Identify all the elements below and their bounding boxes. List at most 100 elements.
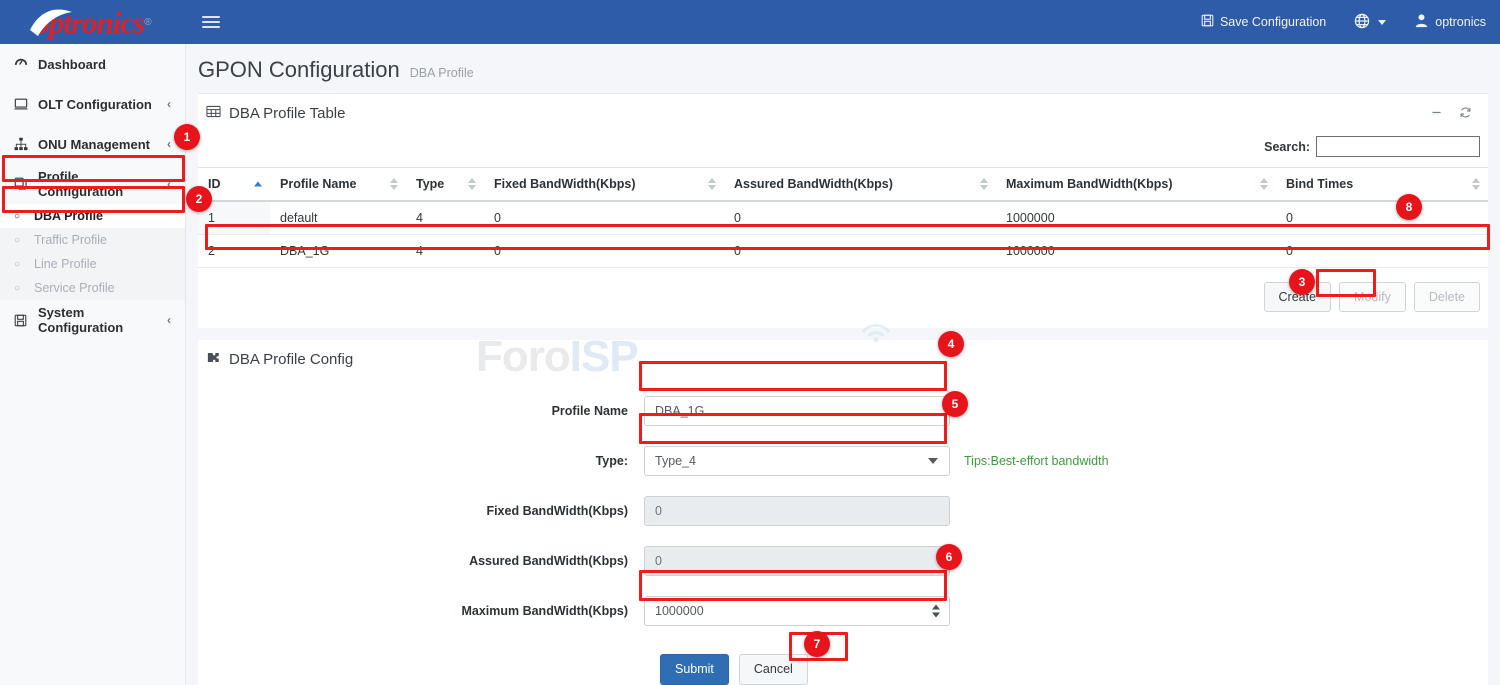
cell-maximum-bandwidth: 1000000 <box>996 235 1276 268</box>
table-panel-title-group: DBA Profile Table <box>206 104 345 123</box>
sidebar-item-dba-profile[interactable]: ○ DBA Profile <box>0 204 185 228</box>
annotation-badge-5: 5 <box>942 391 968 417</box>
column-header-maximum-bandwidth[interactable]: Maximum BandWidth(Kbps) <box>996 168 1276 202</box>
table-row[interactable]: 2 DBA_1G 4 0 0 1000000 0 <box>198 235 1488 268</box>
user-menu[interactable]: optronics <box>1400 0 1500 44</box>
cell-assured-bandwidth: 0 <box>724 235 996 268</box>
save-configuration-button[interactable]: Save Configuration <box>1187 0 1340 44</box>
sidebar-item-dashboard[interactable]: Dashboard <box>0 44 185 84</box>
sidebar-item-traffic-profile-label: Traffic Profile <box>34 233 107 247</box>
table-panel-title: DBA Profile Table <box>229 105 345 122</box>
config-panel-title: DBA Profile Config <box>229 351 353 368</box>
sidebar-item-line-profile[interactable]: ○ Line Profile <box>0 252 185 276</box>
fixed-bandwidth-input <box>644 496 950 526</box>
sort-icon <box>980 178 988 190</box>
profile-name-input[interactable] <box>644 396 950 426</box>
profile-name-label: Profile Name <box>198 404 644 418</box>
column-header-profile-name-label: Profile Name <box>280 177 356 191</box>
sort-icon <box>468 178 476 190</box>
sort-ascending-icon <box>254 182 262 187</box>
cancel-button[interactable]: Cancel <box>739 654 808 684</box>
fixed-bandwidth-row: Fixed BandWidth(Kbps) <box>198 496 1488 526</box>
main-content: GPON Configuration DBA Profile <box>186 44 1500 685</box>
column-header-type[interactable]: Type <box>406 168 484 202</box>
type-select[interactable]: Type_4 <box>644 446 950 476</box>
sort-icon <box>1472 178 1480 190</box>
minus-icon[interactable] <box>1430 106 1443 121</box>
page-header: GPON Configuration DBA Profile <box>186 44 1500 93</box>
column-header-fixed-bandwidth-label: Fixed BandWidth(Kbps) <box>494 177 636 191</box>
profile-name-field-wrap <box>644 396 950 426</box>
search-input[interactable] <box>1316 136 1480 157</box>
sort-icon <box>708 178 716 190</box>
sidebar-item-profile-configuration-label: Profile Configuration <box>34 169 167 199</box>
sidebar-item-system-configuration[interactable]: System Configuration ‹ <box>0 300 185 340</box>
cell-id: 2 <box>198 235 270 268</box>
annotation-badge-1: 1 <box>174 124 200 150</box>
sidebar-item-dashboard-label: Dashboard <box>34 57 171 72</box>
language-selector[interactable] <box>1340 0 1400 44</box>
dba-profile-table: ID Profile Name Type Fixed BandWidt <box>198 167 1488 268</box>
sidebar-item-onu-management[interactable]: ONU Management ‹ <box>0 124 185 164</box>
config-panel-title-group: DBA Profile Config <box>206 350 353 369</box>
topbar-right-group: Save Configuration <box>1187 0 1500 44</box>
circle-icon: ○ <box>14 283 34 294</box>
search-label: Search: <box>1264 140 1310 154</box>
sidebar-item-service-profile-label: Service Profile <box>34 281 115 295</box>
brand-registered-mark: ® <box>144 17 151 28</box>
table-icon <box>206 104 221 123</box>
type-label: Type: <box>198 454 644 468</box>
application-root: optronics ® Save Configuration <box>0 0 1500 685</box>
circle-icon: ○ <box>14 235 34 246</box>
dashboard-icon <box>14 57 34 71</box>
type-tip-text: Tips:Best-effort bandwidth <box>964 454 1109 468</box>
column-header-fixed-bandwidth[interactable]: Fixed BandWidth(Kbps) <box>484 168 724 202</box>
column-header-bind-times[interactable]: Bind Times <box>1276 168 1488 202</box>
sort-icon <box>1260 178 1268 190</box>
hamburger-icon[interactable] <box>202 13 222 31</box>
table-header-row: ID Profile Name Type Fixed BandWidt <box>198 168 1488 202</box>
sidebar-item-olt-configuration[interactable]: OLT Configuration ‹ <box>0 84 185 124</box>
chevron-left-icon: ‹ <box>167 313 171 327</box>
refresh-icon[interactable] <box>1459 106 1472 121</box>
sidebar-item-dba-profile-label: DBA Profile <box>34 209 103 223</box>
column-header-assured-bandwidth[interactable]: Assured BandWidth(Kbps) <box>724 168 996 202</box>
type-row: Type: Type_4 Tips:Best-effort bandwidth <box>198 446 1488 476</box>
modify-button[interactable]: Modify <box>1339 282 1406 312</box>
cell-fixed-bandwidth: 0 <box>484 235 724 268</box>
sidebar: Dashboard OLT Configuration ‹ <box>0 44 186 685</box>
brand-logo[interactable]: optronics ® <box>0 0 186 44</box>
assured-bandwidth-input <box>644 546 950 576</box>
cell-maximum-bandwidth: 1000000 <box>996 201 1276 235</box>
column-header-profile-name[interactable]: Profile Name <box>270 168 406 202</box>
column-header-id-label: ID <box>208 177 221 191</box>
type-field-wrap: Type_4 <box>644 446 950 476</box>
column-header-bind-times-label: Bind Times <box>1286 177 1353 191</box>
chevron-left-icon: ‹ <box>167 97 171 111</box>
maximum-bandwidth-field-wrap <box>644 596 950 626</box>
monitor-icon <box>14 97 34 111</box>
top-navbar: optronics ® Save Configuration <box>0 0 1500 44</box>
annotation-badge-3: 3 <box>1289 269 1315 295</box>
column-header-type-label: Type <box>416 177 444 191</box>
cell-bind-times: 0 <box>1276 201 1488 235</box>
user-icon <box>1414 13 1429 31</box>
sidebar-item-service-profile[interactable]: ○ Service Profile <box>0 276 185 300</box>
maximum-bandwidth-input[interactable] <box>644 596 950 626</box>
cell-assured-bandwidth: 0 <box>724 201 996 235</box>
table-row[interactable]: 1 default 4 0 0 1000000 0 <box>198 201 1488 235</box>
sidebar-item-onu-management-label: ONU Management <box>34 137 167 152</box>
cell-bind-times: 0 <box>1276 235 1488 268</box>
maximum-bandwidth-label: Maximum BandWidth(Kbps) <box>198 604 644 618</box>
assured-bandwidth-label: Assured BandWidth(Kbps) <box>198 554 644 568</box>
submit-button[interactable]: Submit <box>660 654 729 684</box>
puzzle-icon <box>206 350 221 369</box>
sidebar-item-profile-configuration[interactable]: Profile Configuration ‹ <box>0 164 185 204</box>
delete-button[interactable]: Delete <box>1414 282 1480 312</box>
cell-fixed-bandwidth: 0 <box>484 201 724 235</box>
annotation-badge-4: 4 <box>938 331 964 357</box>
sidebar-item-traffic-profile[interactable]: ○ Traffic Profile <box>0 228 185 252</box>
profile-name-row: Profile Name <box>198 396 1488 426</box>
table-panel-header: DBA Profile Table <box>198 94 1488 132</box>
floppy-disk-icon <box>14 314 34 327</box>
